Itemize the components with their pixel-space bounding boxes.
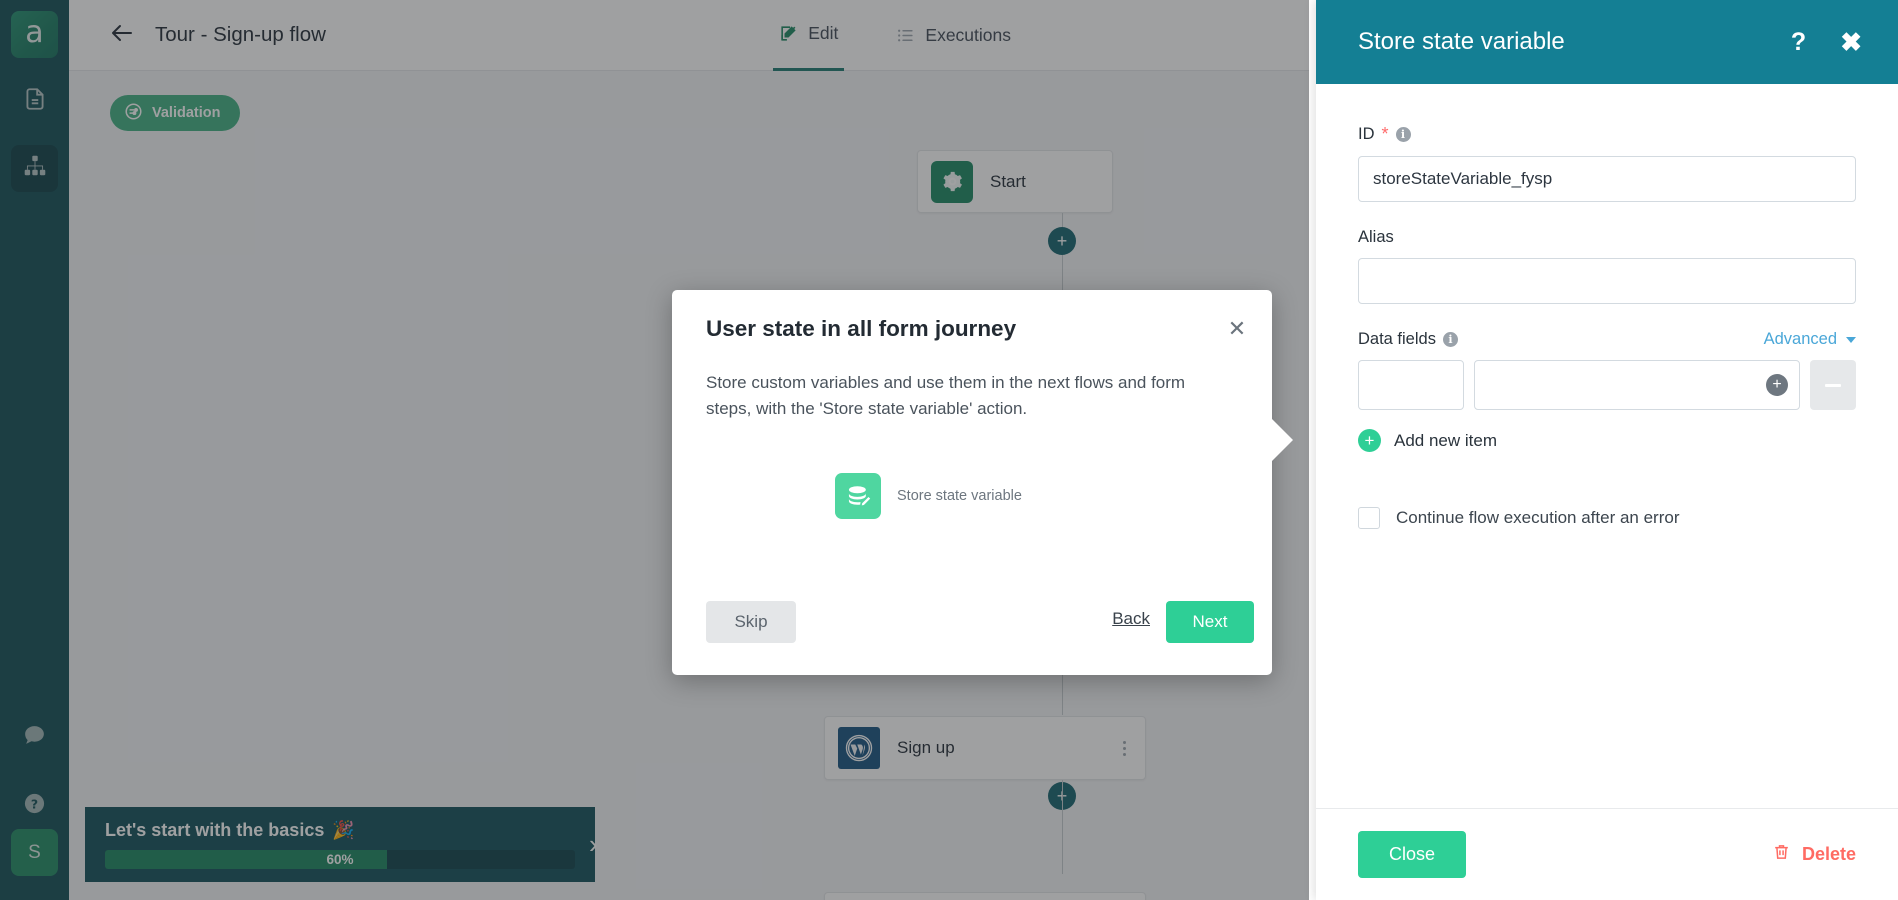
- tour-footer: Skip Back Next: [672, 583, 1272, 675]
- panel-header: Store state variable ? ✖: [1316, 0, 1898, 84]
- data-field-key-wrap: [1358, 360, 1464, 410]
- database-edit-icon: [835, 473, 881, 519]
- tour-action-card-label: Store state variable: [897, 488, 1022, 504]
- continue-on-error-label: Continue flow execution after an error: [1396, 508, 1680, 527]
- close-icon[interactable]: ✕: [1224, 316, 1250, 342]
- advanced-label: Advanced: [1763, 330, 1837, 348]
- close-button[interactable]: Close: [1358, 831, 1466, 878]
- required-marker: *: [1381, 124, 1389, 144]
- id-field-group: ID * i: [1358, 124, 1856, 202]
- info-icon[interactable]: i: [1442, 332, 1458, 347]
- delete-label: Delete: [1801, 844, 1856, 864]
- panel-footer: Close Delete: [1316, 808, 1898, 900]
- delete-button[interactable]: Delete: [1772, 842, 1856, 867]
- data-field-value-wrap: +: [1474, 360, 1800, 410]
- add-new-item-label: Add new item: [1394, 430, 1497, 450]
- add-new-item-button[interactable]: + Add new item: [1358, 429, 1856, 452]
- id-label-text: ID: [1358, 125, 1375, 143]
- tour-dialog: User state in all form journey ✕ Store c…: [672, 290, 1272, 675]
- next-button[interactable]: Next: [1166, 601, 1254, 643]
- id-field-label: ID * i: [1358, 124, 1856, 145]
- plus-circle-icon[interactable]: +: [1766, 374, 1788, 396]
- plus-circle-icon: +: [1358, 429, 1381, 452]
- tour-action-card: Store state variable: [835, 468, 1089, 524]
- panel-title: Store state variable: [1358, 28, 1565, 55]
- alias-label-text: Alias: [1358, 228, 1394, 246]
- alias-field-label: Alias: [1358, 228, 1856, 247]
- advanced-toggle[interactable]: Advanced: [1764, 330, 1856, 349]
- info-icon[interactable]: i: [1395, 127, 1411, 142]
- tour-pointer-arrow: [1271, 418, 1293, 462]
- minus-icon: [1825, 383, 1841, 387]
- app-root: a ? S Tour - Sign-up flow Edit Execution…: [0, 0, 1898, 900]
- continue-on-error-checkbox[interactable]: [1358, 507, 1380, 529]
- remove-data-field-button[interactable]: [1810, 360, 1856, 410]
- skip-button[interactable]: Skip: [706, 601, 796, 643]
- tour-title: User state in all form journey: [706, 316, 1017, 341]
- store-state-variable-panel: Store state variable ? ✖ ID * i Alias: [1316, 0, 1898, 900]
- chevron-down-icon: [1846, 336, 1856, 343]
- data-fields-label: Data fields i: [1358, 330, 1458, 349]
- data-fields-label-text: Data fields: [1358, 330, 1436, 348]
- panel-body: ID * i Alias Data fields i: [1316, 84, 1898, 839]
- continue-on-error-row[interactable]: Continue flow execution after an error: [1358, 507, 1856, 529]
- back-link[interactable]: Back: [1112, 609, 1150, 629]
- close-icon[interactable]: ✖: [1840, 27, 1862, 58]
- tour-body-text: Store custom variables and use them in t…: [706, 373, 1186, 418]
- alias-input[interactable]: [1358, 258, 1856, 304]
- data-field-value-input[interactable]: [1474, 360, 1800, 410]
- data-field-key-input[interactable]: [1358, 360, 1464, 410]
- id-input[interactable]: [1358, 156, 1856, 202]
- data-field-row: +: [1358, 360, 1856, 410]
- question-mark-icon[interactable]: ?: [1791, 28, 1806, 57]
- trash-icon: [1772, 842, 1791, 867]
- data-fields-header: Data fields i Advanced: [1358, 330, 1856, 349]
- alias-field-group: Alias: [1358, 228, 1856, 304]
- data-fields-group: Data fields i Advanced + + Add new item: [1358, 330, 1856, 452]
